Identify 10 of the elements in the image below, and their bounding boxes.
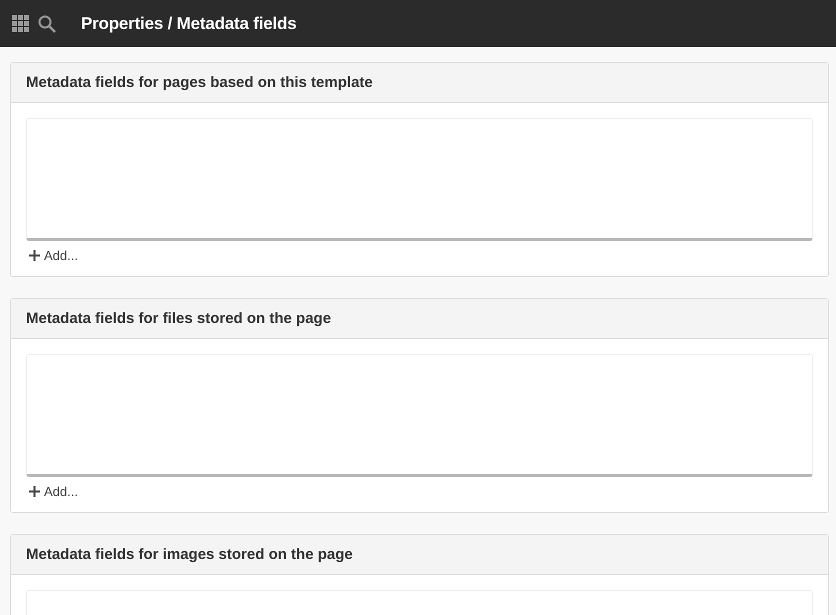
search-icon[interactable]: [38, 14, 56, 32]
page-title: Properties / Metadata fields: [81, 14, 296, 34]
app-grid-icon[interactable]: [12, 14, 30, 32]
add-button[interactable]: Add...: [29, 248, 78, 263]
panel-title: Metadata fields for files stored on the page: [26, 310, 332, 327]
plus-icon: [29, 250, 40, 261]
panel-title: Metadata fields for pages based on this template: [26, 74, 373, 91]
panel-title: Metadata fields for images stored on the page: [26, 546, 353, 563]
plus-icon: [29, 486, 40, 497]
add-button[interactable]: Add...: [29, 484, 78, 499]
